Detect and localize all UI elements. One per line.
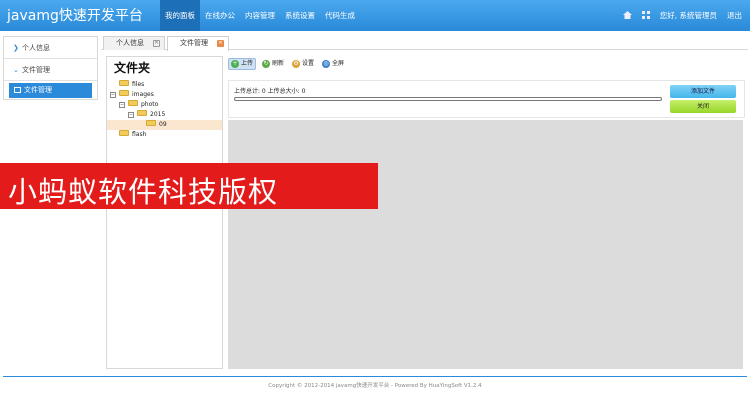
refresh-label: 刷新: [272, 60, 285, 67]
tree-node-label: photo: [141, 101, 159, 108]
tree-node-label: 2015: [150, 111, 166, 118]
upload-icon: +: [231, 60, 239, 68]
grid-icon[interactable]: [641, 10, 650, 21]
tab-label: 个人信息: [116, 39, 144, 47]
tree-title: 文件夹: [114, 61, 151, 75]
chevron-down-icon: ⌄: [13, 66, 19, 74]
wrench-icon: ⚙: [292, 60, 301, 68]
tab-personal-info[interactable]: 个人信息 ✕: [103, 36, 165, 50]
top-nav: 我的面板 在线办公 内容管理 系统设置 代码生成: [160, 0, 360, 31]
sidebar-item-label: 文件管理: [22, 66, 50, 74]
tab-bar: 个人信息 ✕ 文件管理 ✕: [101, 36, 748, 51]
user-greeting: 您好, 系统管理员: [659, 11, 717, 20]
tree-node-images[interactable]: − images: [110, 90, 154, 100]
nav-content-manage[interactable]: 内容管理: [240, 0, 280, 31]
sidebar: ❯ 个人信息 ⌄ 文件管理 文件管理: [3, 36, 98, 100]
home-icon[interactable]: [622, 10, 632, 21]
fullscreen-label: 全屏: [332, 60, 345, 67]
file-toolbar: + 上传 ↻ 刷新 ⚙ 设置 ◎ 全屏: [228, 58, 346, 70]
tree-node-label: images: [132, 91, 154, 98]
nav-online-office[interactable]: 在线办公: [200, 0, 240, 31]
collapse-icon[interactable]: −: [128, 112, 134, 118]
upload-progress-bar: [234, 97, 662, 101]
globe-icon: ◎: [322, 60, 331, 68]
tree-node-photo[interactable]: − photo: [119, 100, 158, 110]
tree-node-label: 09: [159, 121, 167, 128]
fullscreen-button[interactable]: ◎ 全屏: [320, 58, 346, 70]
refresh-icon: ↻: [262, 60, 271, 68]
sidebar-subitem-label: 文件管理: [24, 86, 52, 94]
tree-node-files[interactable]: files: [119, 80, 144, 90]
top-header: javamg快速开发平台 我的面板 在线办公 内容管理 系统设置 代码生成 您好…: [0, 0, 750, 31]
tab-file-manage[interactable]: 文件管理 ✕: [167, 36, 229, 51]
folder-icon: [119, 130, 129, 136]
logout-link[interactable]: 退出: [727, 10, 742, 21]
folder-icon: [119, 80, 129, 86]
main-content: 文件夹 files − images − photo −2015 09 flash …: [101, 51, 748, 371]
document-icon: [14, 87, 21, 93]
file-panel: + 上传 ↻ 刷新 ⚙ 设置 ◎ 全屏 上传总计: 0 上传总大小: 0 添加文件 关闭: [228, 56, 745, 369]
sidebar-item-file-manage[interactable]: ⌄ 文件管理: [4, 59, 97, 81]
app-brand: javamg快速开发平台: [7, 8, 143, 24]
close-icon[interactable]: ✕: [153, 40, 160, 47]
footer-divider: [3, 376, 747, 377]
folder-icon: [137, 110, 147, 116]
refresh-button[interactable]: ↻ 刷新: [260, 58, 286, 70]
tree-node-label: flash: [132, 131, 147, 138]
header-right: 您好, 系统管理员 退出: [622, 0, 742, 31]
upload-stat: 上传总计: 0 上传总大小: 0: [234, 88, 306, 95]
folder-icon: [119, 90, 129, 96]
tab-label: 文件管理: [180, 39, 208, 47]
tree-node-label: files: [132, 81, 145, 88]
folder-tree-panel: 文件夹 files − images − photo − 2015 09 flash: [106, 56, 223, 369]
tree-node-flash[interactable]: flash: [119, 130, 146, 140]
close-button[interactable]: 关闭: [670, 100, 736, 113]
tree-node-09[interactable]: 09: [107, 120, 222, 130]
sidebar-subitem-file-manage[interactable]: 文件管理: [9, 83, 92, 98]
collapse-icon[interactable]: −: [110, 92, 116, 98]
folder-icon: [128, 100, 138, 106]
tree-node-2015[interactable]: − 2015: [128, 110, 165, 120]
nav-system-settings[interactable]: 系统设置: [280, 0, 320, 31]
sidebar-item-label: 个人信息: [22, 44, 50, 52]
folder-icon: [146, 120, 156, 126]
upload-box: 上传总计: 0 上传总大小: 0 添加文件 关闭: [228, 80, 745, 118]
nav-code-gen[interactable]: 代码生成: [320, 0, 360, 31]
upload-label: 上传: [241, 60, 254, 67]
chevron-right-icon: ❯: [13, 44, 19, 52]
nav-my-panel[interactable]: 我的面板: [160, 0, 200, 31]
footer-copyright: Copyright © 2012-2014 javamg快速开发平台 - Pow…: [268, 383, 482, 389]
close-icon[interactable]: ✕: [217, 40, 224, 47]
collapse-icon[interactable]: −: [119, 102, 125, 108]
settings-button[interactable]: ⚙ 设置: [290, 58, 316, 70]
copyright-watermark: 小蚂蚁软件科技版权: [0, 163, 378, 209]
add-file-button[interactable]: 添加文件: [670, 85, 736, 98]
sidebar-item-personal-info[interactable]: ❯ 个人信息: [4, 37, 97, 59]
watermark-text: 小蚂蚁软件科技版权: [8, 175, 279, 209]
file-list-area: [228, 120, 743, 369]
upload-button[interactable]: + 上传: [228, 58, 257, 70]
settings-label: 设置: [302, 60, 315, 67]
